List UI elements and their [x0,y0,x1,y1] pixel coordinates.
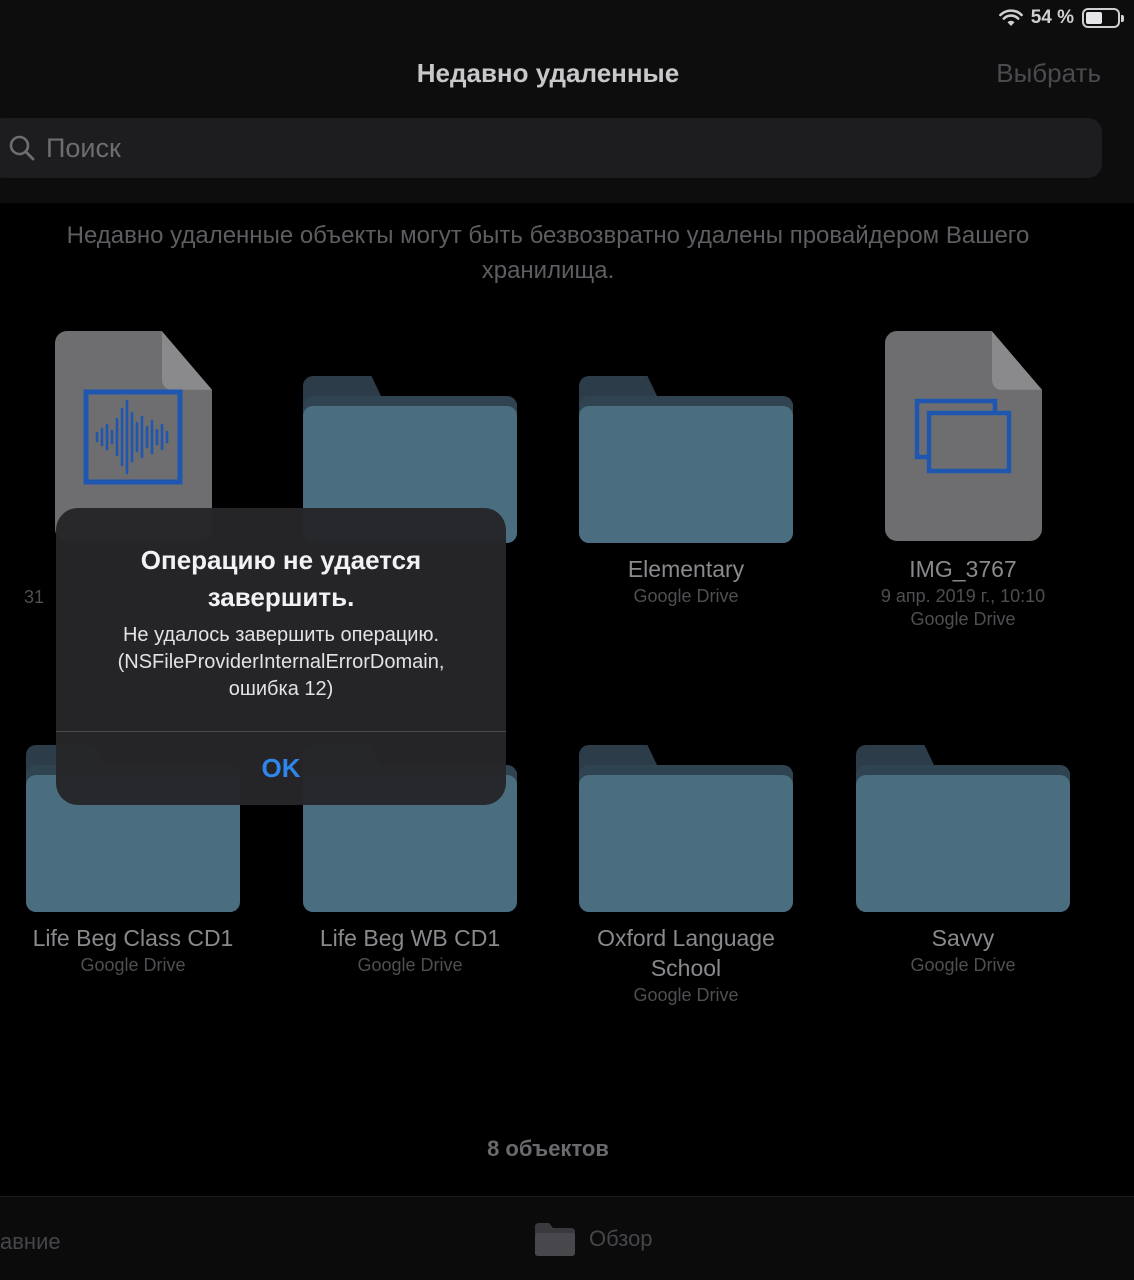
ok-button[interactable]: OK [56,732,506,805]
item-source: Google Drive [80,955,186,975]
item-name: Elementary [627,556,745,582]
error-alert: Операцию не удается завершить. Не удалос… [56,508,506,805]
battery-percent: 54 % [1030,7,1074,28]
item-name: IMG_3767 [909,556,1017,582]
alert-message: Не удалось завершить операцию. (NSFilePr… [117,624,445,700]
item-name: Life Beg Class CD1 [32,925,234,951]
folder-icon[interactable] [856,745,1070,912]
tab-bar: авние Обзор [0,1196,1134,1280]
item-count: 8 объектов [487,1136,609,1161]
search-bar[interactable] [0,118,1102,178]
list-item[interactable]: Oxford Language School Google Drive [566,923,806,1006]
battery-fill [1086,12,1103,24]
folder-icon[interactable] [579,376,793,543]
search-input[interactable] [46,132,646,164]
folder-front [579,406,793,543]
folder-icon[interactable] [579,745,793,912]
item-source: Google Drive [357,955,463,975]
list-item[interactable]: Life Beg WB CD1 Google Drive [290,923,530,976]
tab-browse-label: Обзор [589,1226,653,1251]
alert-title: Операцию не удается завершить. [140,545,422,612]
recently-deleted-notice: Недавно удаленные объекты могут быть без… [66,222,1030,284]
list-item[interactable]: Life Beg Class CD1 Google Drive [13,923,253,976]
list-item[interactable]: Savvy Google Drive [843,923,1083,976]
page-fold [991,331,1042,390]
list-item[interactable]: Elementary Google Drive [566,554,806,607]
page-title: Недавно удаленные [416,58,680,88]
item-date: 9 апр. 2019 г., 10:10 [880,586,1046,606]
folder-icon [535,1223,575,1256]
waveform-icon [83,389,183,485]
image-stack-icon [914,398,1012,474]
select-button[interactable]: Выбрать [996,58,1101,89]
folder-front [579,775,793,912]
battery-icon [1082,8,1124,28]
item-name: Life Beg WB CD1 [319,925,501,951]
page-fold [161,331,212,390]
top-bar: 54 % Недавно удаленные Выбрать [0,0,1134,203]
item-name: Savvy [931,925,995,951]
status-bar: 54 % [998,4,1124,32]
tab-browse[interactable]: Обзор [533,1221,653,1257]
image-document-icon[interactable] [885,331,1042,541]
item-name: Oxford Language School [597,925,775,981]
tab-recent[interactable]: авние [0,1229,61,1255]
wifi-icon [998,9,1023,26]
folder-front [856,775,1070,912]
item-source: Google Drive [910,609,1016,629]
list-item[interactable]: IMG_3767 9 апр. 2019 г., 10:10 Google Dr… [843,554,1083,630]
search-icon [9,135,35,161]
item-source: Google Drive [910,955,1016,975]
item-source: Google Drive [633,586,739,606]
item-source: Google Drive [633,985,739,1005]
